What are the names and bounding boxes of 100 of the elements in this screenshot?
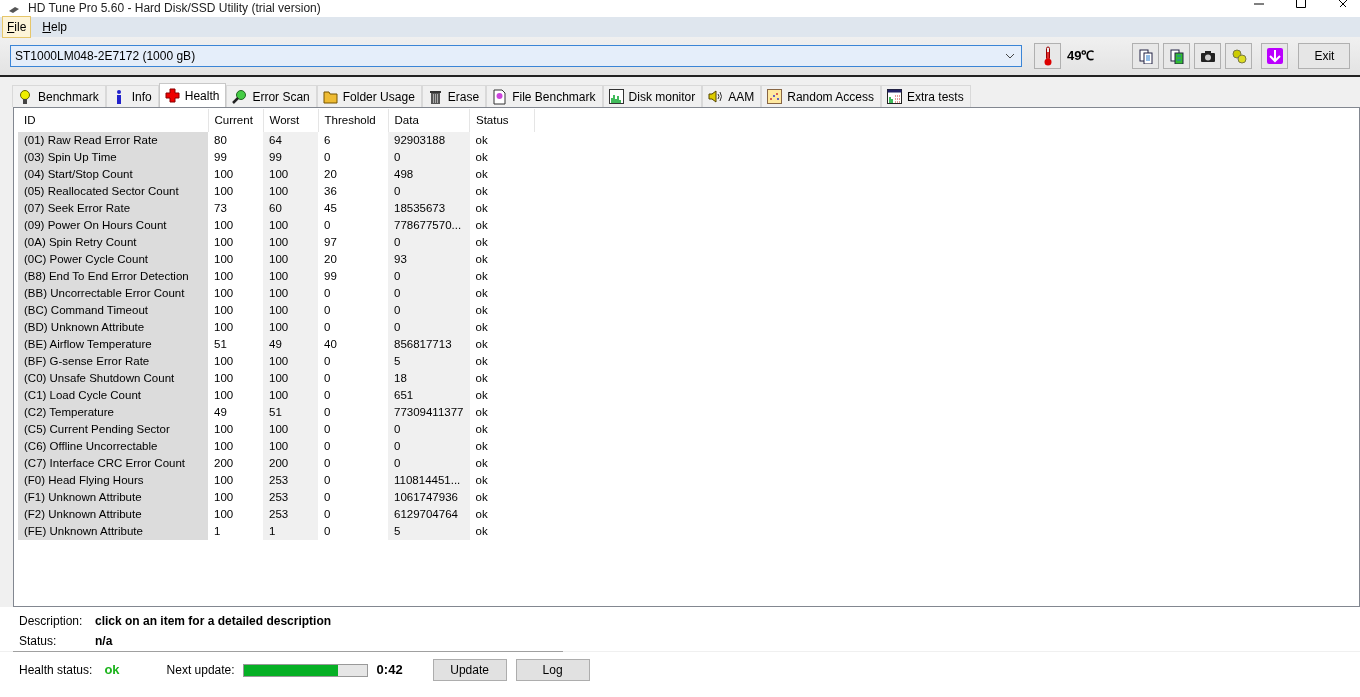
table-cell: 253 [263,489,318,506]
camera-button[interactable] [1194,43,1222,69]
table-cell: 0 [318,149,388,166]
table-cell: ok [469,472,535,489]
table-cell: 49 [263,336,318,353]
table-cell: 0 [318,438,388,455]
table-cell: 100 [263,251,318,268]
table-cell: ok [469,183,535,200]
table-cell: ok [469,489,535,506]
close-icon[interactable] [1338,0,1348,8]
table-cell: 100 [263,302,318,319]
field-value: click on an item for a detailed description [95,613,333,630]
table-cell: 100 [263,319,318,336]
table-cell: ok [469,336,535,353]
table-cell: 100 [263,387,318,404]
maximize-icon[interactable] [1296,0,1306,8]
health-status-value: ok [104,661,120,680]
table-cell: 100 [263,370,318,387]
table-cell: 0 [318,285,388,302]
window-title: HD Tune Pro 5.60 - Hard Disk/SSD Utility (trial version) [28,2,321,14]
menu-item[interactable]: Help [37,16,73,38]
table-cell: 0 [318,489,388,506]
tab[interactable]: Folder Usage [316,85,422,107]
log-button[interactable]: Log [515,659,590,681]
table-cell: 100 [208,166,263,183]
table-cell: (F2) Unknown Attribute [18,506,208,523]
table-cell: (03) Spin Up Time [18,149,208,166]
table-cell: 6129704764 [388,506,470,523]
table-cell: 6 [318,132,388,149]
table-cell: 100 [208,234,263,251]
table-cell: 253 [263,472,318,489]
table-cell: ok [469,455,535,472]
copy-button[interactable] [1132,43,1160,69]
tab[interactable]: Extra tests [880,85,971,107]
table-cell: ok [469,438,535,455]
table-cell: 100 [208,319,263,336]
tab[interactable]: AAM [702,85,762,107]
column-header[interactable]: Current [208,109,263,132]
table-cell: (BF) G-sense Error Rate [18,353,208,370]
table-cell: ok [469,217,535,234]
file-icon [492,88,508,105]
copy-all-button[interactable] [1163,43,1191,69]
menu-item[interactable]: File [2,16,32,38]
tab[interactable]: Disk monitor [602,85,703,107]
table-cell: 498 [388,166,470,183]
column-header[interactable]: Threshold [318,109,388,132]
table-cell: 856817713 [388,336,470,353]
table-cell: 100 [263,234,318,251]
tab[interactable]: Benchmark [12,85,106,107]
update-button[interactable]: Update [432,659,507,681]
table-cell: (B8) End To End Error Detection [18,268,208,285]
table-cell: 45 [318,200,388,217]
table-cell: ok [469,421,535,438]
table-cell: 5 [388,353,470,370]
table-cell: (01) Raw Read Error Rate [18,132,208,149]
table-cell: ok [469,319,535,336]
table-cell: 0 [318,472,388,489]
minimize-icon[interactable] [1254,0,1264,8]
exit-button[interactable]: Exit [1298,43,1351,69]
tab[interactable]: Health [158,83,227,107]
table-cell: (0C) Power Cycle Count [18,251,208,268]
table-cell: (F1) Unknown Attribute [18,489,208,506]
temperature-button[interactable] [1034,43,1061,69]
folder-icon [322,88,338,105]
scatter-plot-icon [767,88,783,105]
table-cell: 200 [208,455,263,472]
table-cell: 0 [318,506,388,523]
table-cell: 100 [208,183,263,200]
table-cell: ok [469,234,535,251]
table-cell: ok [469,353,535,370]
column-header[interactable]: Status [469,109,535,132]
cross-icon [164,87,180,104]
camera-icon [1199,48,1216,64]
drive-dropdown[interactable]: ST1000LM048-2E7172 (1000 gB) [10,45,1022,67]
tab[interactable]: Info [105,85,159,107]
table-cell: 64 [263,132,318,149]
table-cell: 100 [208,353,263,370]
download-button[interactable] [1261,43,1289,69]
table-cell: (0A) Spin Retry Count [18,234,208,251]
table-cell: (09) Power On Hours Count [18,217,208,234]
tab[interactable]: Erase [421,85,487,107]
table-cell: 99 [208,149,263,166]
app-icon [8,6,20,14]
tab[interactable]: Error Scan [226,85,317,107]
field-label: Description: [19,613,84,630]
table-cell: 253 [263,506,318,523]
table-cell: 0 [318,370,388,387]
table-cell: ok [469,285,535,302]
table-cell: 0 [318,523,388,540]
table-cell: ok [469,370,535,387]
table-cell: 60 [263,200,318,217]
table-cell: 100 [208,370,263,387]
table-cell: (C5) Current Pending Sector [18,421,208,438]
tab[interactable]: Random Access [761,85,881,107]
tab[interactable]: File Benchmark [486,85,603,107]
table-cell: 100 [208,217,263,234]
table-cell: 80 [208,132,263,149]
table-cell: 110814451... [388,472,470,489]
copy-all-icon [1168,48,1185,64]
table-cell: 0 [388,234,470,251]
